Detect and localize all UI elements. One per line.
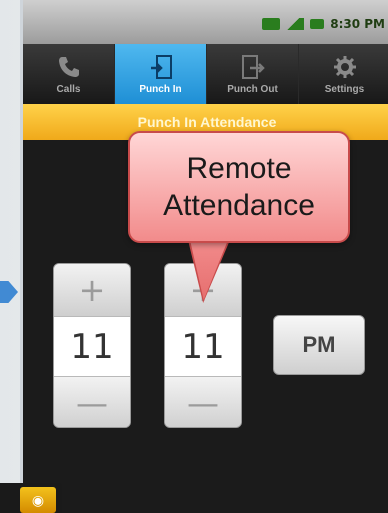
tab-label: Punch In bbox=[139, 83, 182, 95]
punch-in-icon bbox=[148, 54, 174, 80]
tab-settings[interactable]: Settings bbox=[299, 44, 388, 104]
network-icon bbox=[262, 18, 281, 30]
status-bar: 8:30 PM bbox=[23, 0, 388, 44]
remote-attendance-callout: Remote Attendance bbox=[128, 131, 350, 243]
section-title: Punch In Attendance bbox=[137, 114, 277, 130]
tab-punch-out[interactable]: Punch Out bbox=[207, 44, 299, 104]
status-time: 8:30 PM bbox=[330, 17, 385, 31]
tab-label: Punch Out bbox=[227, 83, 278, 95]
hour-value[interactable]: 11 bbox=[54, 316, 130, 377]
signal-icon bbox=[286, 18, 305, 30]
minute-decrement-button[interactable]: — bbox=[165, 377, 241, 427]
status-icons: 8:30 PM bbox=[262, 17, 385, 31]
gear-icon bbox=[332, 54, 358, 80]
tab-label: Calls bbox=[56, 83, 81, 95]
battery-icon bbox=[310, 19, 325, 29]
presentation-logo: ◉ bbox=[0, 483, 62, 513]
callout-text: Remote Attendance bbox=[163, 151, 315, 223]
tab-punch-in[interactable]: Punch In bbox=[115, 44, 207, 104]
ampm-toggle-button[interactable]: PM bbox=[273, 315, 365, 375]
logo-icon: ◉ bbox=[20, 487, 56, 513]
punch-out-icon bbox=[240, 54, 266, 80]
hour-increment-button[interactable]: + bbox=[54, 264, 130, 316]
tab-calls[interactable]: Calls bbox=[23, 44, 115, 104]
tab-bar: Calls Punch In Punch Out Settings bbox=[23, 44, 388, 104]
phone-icon bbox=[56, 54, 82, 80]
minute-value[interactable]: 11 bbox=[165, 316, 241, 377]
hour-picker: + 11 — bbox=[53, 263, 131, 428]
tab-label: Settings bbox=[324, 83, 365, 95]
hour-decrement-button[interactable]: — bbox=[54, 377, 130, 427]
